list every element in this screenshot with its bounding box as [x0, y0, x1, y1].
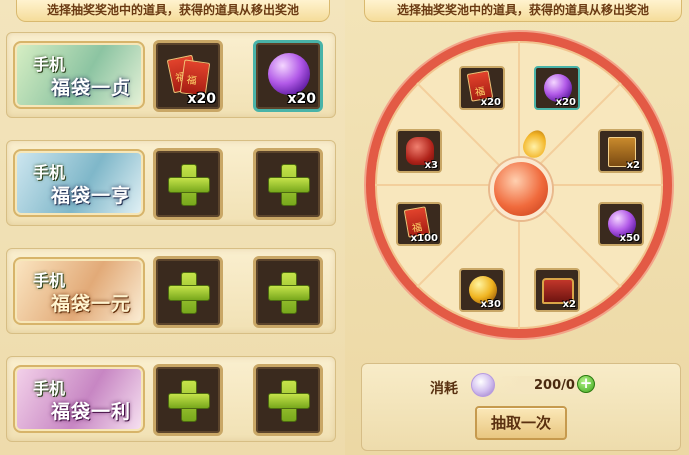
wheel-item-red-gift-bag: x3 [396, 129, 442, 173]
wheel-item-red-envelope: 福 x100 [396, 202, 442, 246]
add-item-slot[interactable] [153, 364, 223, 436]
wheel-item-red-envelope: 福 x20 [459, 66, 505, 110]
bag-tag-1[interactable]: 手机 福袋一贞 [13, 41, 145, 109]
item-quantity: x20 [187, 91, 216, 107]
plus-icon [268, 164, 310, 206]
add-item-slot[interactable] [253, 364, 323, 436]
add-item-slot[interactable] [253, 148, 323, 220]
bag-tag-line1: 手机 [33, 163, 66, 182]
lottery-screen: 选择抽奖奖池中的道具，获得的道具从移出奖池 手机 福袋一贞 福 福 x20 x2… [0, 0, 689, 455]
add-item-slot[interactable] [153, 148, 223, 220]
wheel-item-purple-orb: x20 [534, 66, 580, 110]
item-quantity: x20 [287, 91, 316, 107]
cost-value: 200/0 [534, 378, 575, 393]
bag-tag-3[interactable]: 手机 福袋一元 [13, 257, 145, 325]
plus-icon [168, 272, 210, 314]
bag-tag-line1: 手机 [33, 55, 66, 74]
item-quantity: x50 [619, 233, 640, 244]
item-quantity: x2 [626, 160, 640, 171]
bag-slot-red-envelope[interactable]: 福 福 x20 [153, 40, 223, 112]
bag-row-3: 手机 福袋一元 [6, 248, 336, 334]
bag-list-panel: 选择抽奖奖池中的道具，获得的道具从移出奖池 手机 福袋一贞 福 福 x20 x2… [0, 0, 345, 455]
orb-currency-icon [471, 373, 495, 397]
bag-tag-line2: 福袋一元 [51, 293, 132, 315]
wheel-item-treasure-chest: x2 [534, 268, 580, 312]
item-quantity: x100 [410, 233, 438, 244]
wheel-spin-hub[interactable] [490, 158, 552, 220]
bag-row-1: 手机 福袋一贞 福 福 x20 x20 [6, 32, 336, 118]
bag-slot-purple-orb[interactable]: x20 [253, 40, 323, 112]
bag-tag-4[interactable]: 手机 福袋一利 [13, 365, 145, 433]
plus-icon [168, 380, 210, 422]
bag-tag-2[interactable]: 手机 福袋一亨 [13, 149, 145, 217]
left-hint-banner: 选择抽奖奖池中的道具，获得的道具从移出奖池 [16, 0, 330, 22]
item-quantity: x20 [480, 97, 501, 108]
item-quantity: x2 [562, 299, 576, 310]
bag-row-4: 手机 福袋一利 [6, 356, 336, 442]
bag-tag-line1: 手机 [33, 379, 66, 398]
wheel-item-purple-orb: x50 [598, 202, 644, 246]
purple-orb-icon [268, 53, 310, 95]
cost-label: 消耗 [430, 381, 458, 397]
bag-row-2: 手机 福袋一亨 [6, 140, 336, 226]
item-quantity: x3 [424, 160, 438, 171]
bag-tag-line1: 手机 [33, 271, 66, 290]
bag-tag-line2: 福袋一亨 [51, 185, 132, 207]
right-hint-banner: 选择抽奖奖池中的道具，获得的道具从移出奖池 [364, 0, 682, 22]
bag-tag-line2: 福袋一贞 [51, 77, 132, 99]
plus-icon [168, 164, 210, 206]
add-currency-button[interactable]: + [577, 375, 595, 393]
plus-icon [268, 272, 310, 314]
item-quantity: x30 [480, 299, 501, 310]
wheel-item-scroll-card: x2 [598, 129, 644, 173]
item-quantity: x20 [555, 97, 576, 108]
bag-tag-line2: 福袋一利 [51, 401, 132, 423]
plus-icon [268, 380, 310, 422]
draw-once-button[interactable]: 抽取一次 [475, 406, 567, 440]
add-item-slot[interactable] [253, 256, 323, 328]
add-item-slot[interactable] [153, 256, 223, 328]
wheel-item-gold-coin: x30 [459, 268, 505, 312]
